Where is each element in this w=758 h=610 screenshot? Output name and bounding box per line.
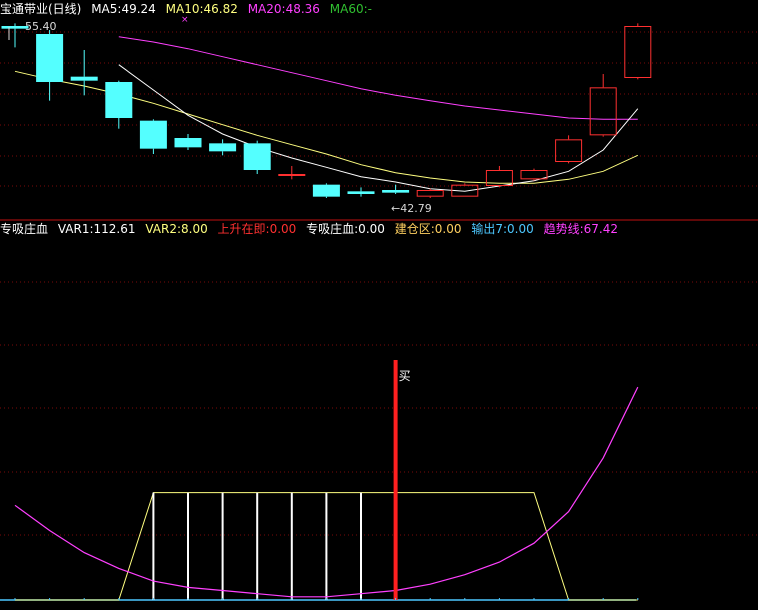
- trend-legend: 趋势线:67.42: [543, 222, 618, 236]
- candle-body-17: [589, 87, 617, 136]
- candle-body-2: [70, 76, 98, 81]
- candle-body-15: [520, 170, 548, 180]
- min-price-label: ←42.79: [391, 202, 432, 215]
- ma60-legend: MA60:-: [329, 2, 372, 16]
- candle-body-1: [36, 34, 64, 82]
- candle-body-8: [278, 174, 306, 176]
- ma20-line: [118, 36, 638, 120]
- ma20-legend: MA20:48.36: [247, 2, 320, 16]
- buy-signal-label: 买: [399, 369, 411, 383]
- var2-legend: VAR2:8.00: [145, 222, 208, 236]
- candle-body-9: [312, 184, 340, 197]
- absorb-legend: 专吸庄血:0.00: [306, 222, 385, 236]
- chart-canvas[interactable]: 55.40 ←42.79 × 买: [0, 0, 758, 610]
- ma5-line: [118, 64, 639, 192]
- candle-body-4: [139, 120, 167, 149]
- candle-body-12: [416, 190, 444, 197]
- build-legend: 建仓区:0.00: [394, 222, 462, 236]
- kline-chart-window: 55.40 ←42.79 × 买 宝通带业(日线) MA5:49.24 MA10:46…: [0, 0, 758, 610]
- var1-legend: VAR1:112.61: [57, 222, 136, 236]
- candle-body-5: [174, 138, 202, 148]
- candle-body-10: [347, 191, 375, 194]
- ma5-legend: MA5:49.24: [91, 2, 156, 16]
- stock-title: 宝通带业(日线): [0, 2, 82, 16]
- candle-body-7: [243, 143, 271, 170]
- candle-body-6: [209, 143, 237, 152]
- candle-body-16: [555, 139, 583, 162]
- output-legend: 输出7:0.00: [471, 222, 534, 236]
- indicator-legend: 专吸庄血 VAR1:112.61 VAR2:8.00 上升在即:0.00 专吸庄…: [0, 222, 624, 236]
- candle-body-11: [382, 190, 410, 193]
- candle-body-3: [105, 82, 133, 118]
- ma10-legend: MA10:46.82: [165, 2, 238, 16]
- indicator-title: 专吸庄血: [0, 222, 49, 236]
- candle-body-18: [624, 26, 652, 78]
- top-legend: 宝通带业(日线) MA5:49.24 MA10:46.82 MA20:48.36…: [0, 2, 378, 16]
- rise-legend: 上升在即:0.00: [217, 222, 297, 236]
- cross-marker: ×: [181, 15, 189, 25]
- max-price-label: 55.40: [25, 20, 57, 33]
